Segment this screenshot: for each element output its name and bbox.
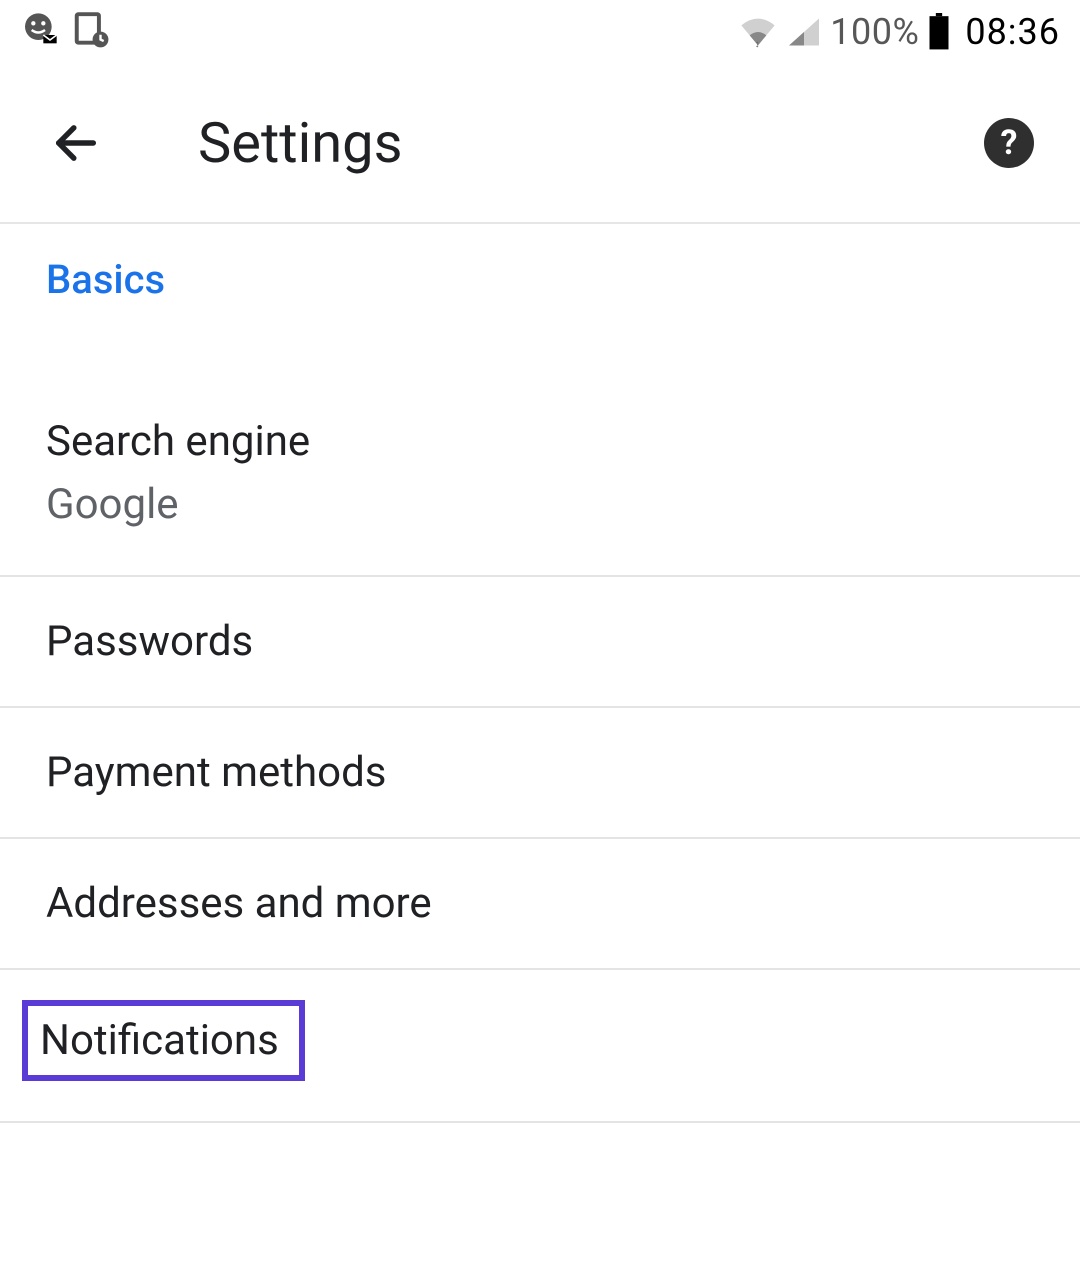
svg-text:↕: ↕ [755, 39, 760, 49]
item-title: Notifications [40, 1016, 279, 1065]
app-bar: Settings ? [0, 64, 1080, 224]
status-right: ↕ 100% 08:36 [738, 11, 1060, 53]
settings-item-passwords[interactable]: Passwords [0, 577, 1080, 708]
page-title: Settings [198, 110, 402, 176]
battery-icon [927, 13, 951, 51]
back-button[interactable] [46, 113, 106, 173]
help-icon: ? [1001, 123, 1018, 163]
section-basics-header: Basics [0, 224, 1080, 323]
battery-percent: 100% [830, 11, 919, 53]
status-left [20, 10, 110, 54]
settings-item-notifications[interactable]: Notifications [0, 970, 1080, 1123]
settings-item-addresses[interactable]: Addresses and more [0, 839, 1080, 970]
help-button[interactable]: ? [984, 118, 1034, 168]
signal-icon [786, 15, 822, 49]
item-subtitle: Google [46, 480, 1034, 529]
item-title: Payment methods [46, 748, 1034, 797]
highlight-annotation: Notifications [22, 1000, 305, 1081]
status-bar: ↕ 100% 08:36 [0, 0, 1080, 64]
status-time: 08:36 [965, 11, 1060, 53]
notification-icon [20, 10, 60, 54]
item-title: Passwords [46, 617, 1034, 666]
app-icon [72, 11, 110, 53]
settings-item-payment-methods[interactable]: Payment methods [0, 708, 1080, 839]
settings-item-search-engine[interactable]: Search engine Google [0, 323, 1080, 577]
item-title: Addresses and more [46, 879, 1034, 928]
item-title: Search engine [46, 417, 1034, 466]
wifi-icon: ↕ [738, 15, 778, 49]
